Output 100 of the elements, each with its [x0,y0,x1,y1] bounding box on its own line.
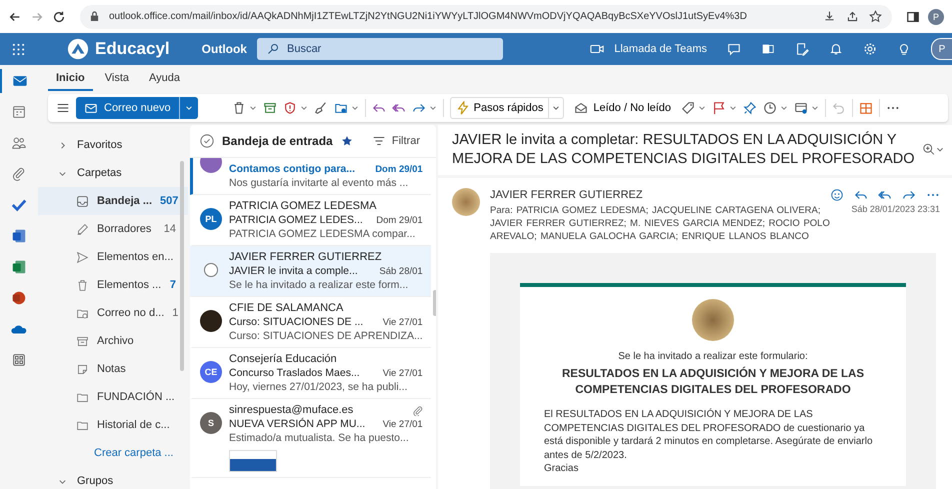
move-folder-icon[interactable] [334,101,348,115]
reply-all-icon[interactable] [878,188,892,202]
chevron-down-icon[interactable] [350,104,359,112]
video-camera-icon[interactable] [590,42,604,56]
folder-name[interactable]: Archivo [97,335,176,347]
message-date: Vie 27/01 [382,316,423,328]
shield-icon[interactable] [282,101,297,115]
folder-name[interactable]: Historial de c... [97,419,176,431]
archive-icon[interactable] [262,101,277,115]
tag-icon[interactable] [681,101,696,115]
message-item[interactable]: JAVIER FERRER GUTIERREZ JAVIER le invita a comple... Sáb 28/01 Se le ha invitado a realizar este form... [190,246,431,297]
folder-item[interactable]: Notas [38,355,188,383]
broom-icon[interactable] [314,101,328,115]
avatar: CE [200,361,222,383]
profile-avatar[interactable]: P [931,38,952,60]
flag-icon[interactable] [712,101,726,115]
inbox-folder-icon [76,194,89,208]
message-item[interactable]: CFIE DE SALAMANCA Curso: SITUACIONES DE ... Vie 27/01 Curso: SITUACIONES DE APRENDIZA... [190,297,431,348]
folder-name[interactable]: Elementos en... [97,251,176,263]
document-icon[interactable] [761,42,775,56]
message-preview: Hoy, viernes 27/01/2023, se ha publi... [229,381,408,393]
sender-name: sinrespuesta@muface.es [229,404,354,416]
chevron-down-icon[interactable] [300,104,308,112]
closing-text: Gracias [544,462,580,476]
folder-section-header[interactable]: Grupos [38,467,188,489]
new-mail-button[interactable]: Correo nuevo [76,97,179,119]
search-field[interactable]: Buscar [256,38,503,60]
ribbon-tab[interactable]: Vista [96,68,137,91]
folder-name[interactable]: Borradores [97,223,156,235]
select-all-icon[interactable] [200,134,214,148]
search-icon[interactable] [266,43,279,55]
folder-item[interactable]: Elementos ... 7 [38,271,188,299]
chevron-down-icon[interactable] [428,104,437,112]
chevron-down-icon[interactable] [811,104,820,112]
pin-icon[interactable] [743,101,758,115]
rules-icon[interactable] [794,101,808,115]
chevron-down-icon[interactable] [698,104,706,112]
app-name[interactable]: Outlook [202,42,247,56]
clock-icon[interactable] [763,101,778,115]
message-subject: NUEVA VERSIÓN APP MU... [229,418,366,430]
chevron-down-icon[interactable] [729,104,738,112]
side-panel-icon[interactable] [906,10,920,24]
bookmark-star-icon[interactable] [869,10,882,23]
invitation-text: Se le ha invitado a realizar este formulario: [618,351,808,362]
delete-icon[interactable] [232,101,246,115]
lock-icon[interactable] [90,11,99,22]
folder-name[interactable]: Notas [97,363,176,375]
message-item[interactable]: S sinrespuesta@muface.es NUEVA VERSIÓN APP MU... Vie 27/01 Estimado/a mutualista. Se ha puesto... [190,399,431,478]
settings-icon[interactable] [863,42,877,56]
section-label[interactable]: Carpetas [77,167,122,179]
lightbulb-icon[interactable] [897,42,911,56]
profile-avatar[interactable]: P [928,8,944,24]
share-icon[interactable] [846,10,859,23]
menu-icon[interactable] [56,101,70,115]
folder-item[interactable]: Archivo [38,327,188,355]
section-label[interactable]: Favoritos [77,139,122,151]
reload-icon[interactable] [52,10,66,24]
add-in-icon[interactable] [859,101,874,115]
chevron-down-icon [552,104,560,112]
create-folder-link[interactable]: Crear carpeta ... [38,439,174,467]
folder-name[interactable]: Bandeja ... [97,195,152,207]
folder-section-header[interactable]: Favoritos [38,131,188,159]
emoji-icon[interactable] [830,188,844,202]
star-icon[interactable] [340,135,353,147]
reply-all-icon[interactable] [392,101,406,115]
teams-call-button[interactable]: Llamada de Teams [614,43,707,55]
quick-steps-button[interactable]: Pasos rápidos [450,97,548,119]
chevron-down-icon[interactable] [780,104,788,112]
edit-icon[interactable] [795,42,809,56]
folder-item[interactable]: FUNDACIÓN ... [38,383,188,411]
bell-icon[interactable] [829,42,843,56]
ribbon-tab[interactable]: Ayuda [141,68,188,91]
folder-item[interactable]: Borradores 14 [38,215,188,243]
sender-name: PATRICIA GOMEZ LEDESMA [229,200,377,212]
sender-name: CFIE DE SALAMANCA [229,302,344,314]
filter-icon [372,134,386,148]
folder-section-header[interactable]: Carpetas [38,159,188,187]
folder-name[interactable]: FUNDACIÓN ... [97,391,176,403]
message-item[interactable]: Contamos contigo para... Dom 29/01 Nos gustaría invitarte al evento más ... [190,158,431,195]
folder-title: Bandeja de entrada [222,134,333,148]
folder-item[interactable]: Historial de c... [38,411,188,439]
select-circle[interactable] [204,263,218,277]
chevron-down-icon[interactable] [248,104,257,112]
chat-icon[interactable] [727,42,741,56]
folder-name[interactable]: Elementos ... [97,279,162,291]
brand-name: Educacyl [95,39,170,59]
app-launcher-icon[interactable] [12,42,25,56]
folder-item[interactable]: Correo no d... 1 [38,299,188,327]
filter-button[interactable]: Filtrar [366,133,426,149]
message-item[interactable]: CE Consejería Educación Concurso Traslados Maes... Vie 27/01 Hoy, viernes 27/01/2023, se ha publi... [190,348,431,399]
folder-name[interactable]: Correo no d... [97,307,164,319]
new-mail-dropdown[interactable] [178,97,198,119]
chevron-down-icon [184,104,193,112]
download-icon[interactable] [823,10,836,23]
read-unread-button[interactable]: Leído / No leído [570,101,676,115]
zoom-icon[interactable] [922,143,944,157]
ribbon-tab[interactable]: Inicio [48,68,93,91]
folder-item[interactable]: Elementos en... [38,243,188,271]
folder-item[interactable]: Bandeja ... 507 [38,187,188,215]
section-label[interactable]: Grupos [77,475,114,487]
